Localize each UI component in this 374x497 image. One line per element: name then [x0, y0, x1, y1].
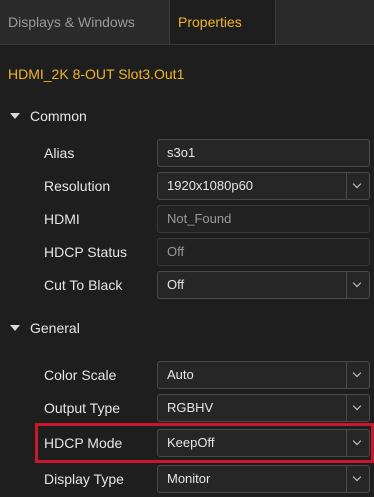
property-label: Output Type — [44, 400, 121, 416]
field-value: Off — [167, 277, 185, 292]
chevron-down-icon[interactable] — [346, 466, 369, 492]
section-label: Common — [30, 108, 87, 124]
chevron-down-icon[interactable] — [346, 173, 369, 199]
caret-down-icon — [10, 325, 20, 331]
field-value: Monitor — [167, 471, 211, 486]
device-title: HDMI_2K 8-OUT Slot3.Out1 — [8, 66, 185, 82]
color-scale-select[interactable]: Auto — [157, 361, 370, 389]
output-type-select[interactable]: RGBHV — [157, 394, 370, 422]
field-value: Not_Found — [167, 211, 232, 226]
tab-displays-windows[interactable]: Displays & Windows — [0, 0, 170, 44]
field-value: KeepOff — [167, 435, 215, 450]
field-value: Auto — [167, 367, 194, 382]
section-label: General — [30, 320, 80, 336]
property-label: HDCP Mode — [44, 435, 123, 451]
field-value: s3o1 — [167, 145, 196, 160]
property-row-display-type: Display Type Monitor — [0, 462, 374, 496]
property-row-color-scale: Color Scale Auto — [0, 358, 374, 392]
property-row-hdcp-status: HDCP Status Off — [0, 235, 374, 269]
display-type-select[interactable]: Monitor — [157, 465, 370, 493]
property-row-alias: Alias s3o1 — [0, 136, 374, 170]
property-row-output-type: Output Type RGBHV — [0, 391, 374, 425]
hdmi-field: Not_Found — [157, 205, 370, 233]
field-value: RGBHV — [167, 400, 214, 415]
alias-input[interactable]: s3o1 — [157, 139, 370, 167]
field-value: 1920x1080p60 — [167, 178, 254, 193]
property-label: Color Scale — [44, 367, 117, 383]
property-row-cut-to-black: Cut To Black Off — [0, 268, 374, 302]
property-row-hdcp-mode: HDCP Mode KeepOff — [0, 426, 374, 460]
tab-bar: Displays & Windows Properties — [0, 0, 374, 45]
property-label: Resolution — [44, 178, 111, 194]
chevron-down-icon[interactable] — [346, 362, 369, 388]
section-header-common[interactable]: Common — [0, 102, 374, 130]
cut-to-black-select[interactable]: Off — [157, 271, 370, 299]
hdcp-mode-select[interactable]: KeepOff — [157, 429, 370, 457]
chevron-down-icon[interactable] — [346, 272, 369, 298]
caret-down-icon — [10, 113, 20, 119]
hdcp-status-field: Off — [157, 238, 370, 266]
property-label: Display Type — [44, 471, 124, 487]
tab-properties[interactable]: Properties — [170, 0, 276, 44]
property-label: Alias — [44, 145, 75, 161]
property-row-hdmi: HDMI Not_Found — [0, 202, 374, 236]
field-value: Off — [167, 244, 185, 259]
property-row-resolution: Resolution 1920x1080p60 — [0, 169, 374, 203]
section-header-general[interactable]: General — [0, 314, 374, 342]
property-label: HDMI — [44, 211, 80, 227]
chevron-down-icon[interactable] — [346, 395, 369, 421]
property-label: Cut To Black — [44, 277, 123, 293]
property-label: HDCP Status — [44, 244, 127, 260]
resolution-select[interactable]: 1920x1080p60 — [157, 172, 370, 200]
chevron-down-icon[interactable] — [346, 430, 369, 456]
